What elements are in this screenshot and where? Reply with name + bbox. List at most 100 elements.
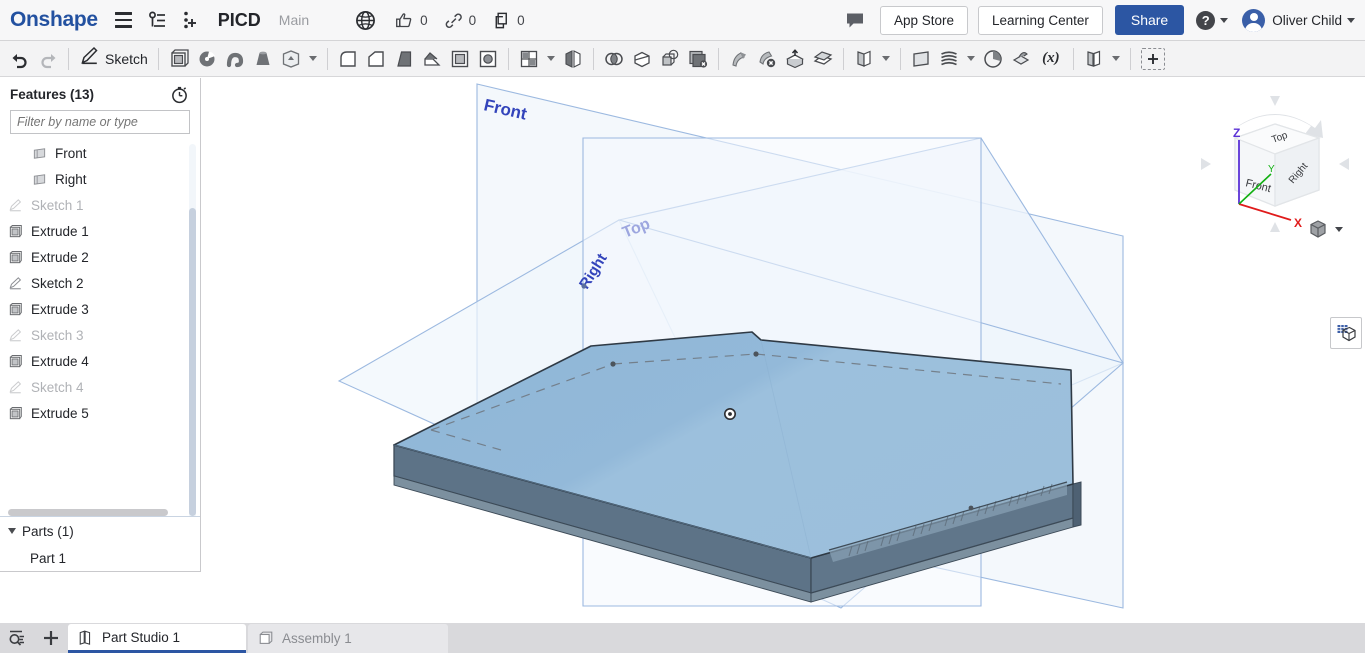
feature-item-sketch-2[interactable]: Sketch 2	[0, 270, 200, 296]
feature-tree-scrollbar[interactable]	[189, 208, 196, 516]
link-icon[interactable]	[444, 11, 463, 30]
tab-assembly-1[interactable]: Assembly 1	[248, 624, 448, 653]
curve-icon[interactable]	[935, 44, 963, 74]
extrude-icon[interactable]	[165, 44, 193, 74]
chevron-down-icon[interactable]	[882, 56, 890, 61]
loft-icon[interactable]	[249, 44, 277, 74]
feature-item-sketch-4[interactable]: Sketch 4	[0, 374, 200, 400]
boolean-icon[interactable]	[600, 44, 628, 74]
insert-branch-icon[interactable]	[176, 6, 204, 34]
sketch-point[interactable]	[753, 351, 758, 356]
share-button[interactable]: Share	[1115, 5, 1184, 35]
chevron-down-icon[interactable]	[547, 56, 555, 61]
search-tabs-icon[interactable]	[0, 623, 34, 653]
move-face-icon[interactable]	[725, 44, 753, 74]
plane-icon[interactable]	[907, 44, 935, 74]
help-icon[interactable]: ?	[1196, 11, 1215, 30]
likes-group[interactable]: 0	[395, 11, 428, 30]
sweep-icon[interactable]	[221, 44, 249, 74]
feature-item-sketch-3[interactable]: Sketch 3	[0, 322, 200, 348]
thumbs-up-icon[interactable]	[395, 11, 414, 30]
variable-icon[interactable]: (x)	[1035, 44, 1067, 74]
enclose-icon[interactable]	[781, 44, 809, 74]
model-canvas[interactable]: Front Top	[201, 78, 1365, 623]
shell-icon[interactable]	[446, 44, 474, 74]
rib-icon[interactable]	[418, 44, 446, 74]
undo-icon[interactable]	[6, 44, 34, 74]
delete-part-icon[interactable]	[753, 44, 781, 74]
workspace-name[interactable]: Main	[279, 12, 309, 28]
links-group[interactable]: 0	[444, 11, 477, 30]
features-panel: Features (13) FrontRightSketch 1Extrude …	[0, 78, 201, 572]
user-menu[interactable]: Oliver Child	[1242, 9, 1355, 32]
feature-item-extrude-3[interactable]: Extrude 3	[0, 296, 200, 322]
onshape-logo[interactable]: Onshape	[10, 8, 98, 32]
feature-filter-input[interactable]	[10, 110, 190, 134]
transform-icon[interactable]	[656, 44, 684, 74]
feature-item-label: Extrude 3	[31, 302, 89, 317]
toolbar-divider	[1073, 48, 1074, 70]
feature-item-front[interactable]: Front	[0, 140, 200, 166]
learning-center-button[interactable]: Learning Center	[978, 6, 1103, 35]
feature-toolbar: Sketch	[0, 41, 1365, 77]
parts-header[interactable]: Parts (1)	[0, 517, 200, 545]
fillet-icon[interactable]	[334, 44, 362, 74]
feature-item-extrude-4[interactable]: Extrude 4	[0, 348, 200, 374]
help-menu[interactable]: ?	[1196, 11, 1228, 30]
sketch-button[interactable]: Sketch	[75, 46, 152, 72]
feature-item-right[interactable]: Right	[0, 166, 200, 192]
display-style-button[interactable]	[1307, 218, 1343, 240]
sheetmetal-icon[interactable]	[850, 44, 878, 74]
add-tab-button[interactable]	[34, 623, 68, 653]
sketch-point[interactable]	[610, 361, 615, 366]
draft-icon[interactable]	[390, 44, 418, 74]
feature-item-label: Extrude 4	[31, 354, 89, 369]
chevron-down-icon[interactable]	[1112, 56, 1120, 61]
revolve-icon[interactable]	[193, 44, 221, 74]
assembly-tools-icon[interactable]	[1080, 44, 1108, 74]
part-studio-icon[interactable]	[979, 44, 1007, 74]
link-count: 0	[469, 13, 477, 28]
redo-icon[interactable]	[34, 44, 62, 74]
toolbar-divider	[327, 48, 328, 70]
copies-group[interactable]: 0	[492, 11, 525, 30]
offset-surface-icon[interactable]	[809, 44, 837, 74]
chevron-down-icon[interactable]	[967, 56, 975, 61]
document-title[interactable]: PICD	[218, 10, 261, 31]
variable-studio-icon[interactable]	[1007, 44, 1035, 74]
split-icon[interactable]	[628, 44, 656, 74]
app-store-button[interactable]: App Store	[880, 6, 968, 35]
origin-point[interactable]	[725, 409, 735, 419]
parts-section: Parts (1) Part 1	[0, 516, 200, 571]
part-list-item[interactable]: Part 1	[0, 545, 200, 571]
feature-item-extrude-2[interactable]: Extrude 2	[0, 244, 200, 270]
hole-icon[interactable]	[474, 44, 502, 74]
hamburger-menu-icon[interactable]	[110, 6, 138, 34]
rollback-clock-icon[interactable]	[168, 83, 190, 105]
mirror-icon[interactable]	[559, 44, 587, 74]
feature-item-sketch-1[interactable]: Sketch 1	[0, 192, 200, 218]
delete-face-icon[interactable]	[684, 44, 712, 74]
part-label: Part 1	[30, 551, 66, 566]
copy-icon[interactable]	[492, 11, 511, 30]
add-custom-feature-button[interactable]	[1141, 48, 1165, 70]
feature-item-extrude-1[interactable]: Extrude 1	[0, 218, 200, 244]
feature-item-extrude-5[interactable]: Extrude 5	[0, 400, 200, 426]
graphics-viewport[interactable]: Front Top	[201, 78, 1365, 623]
globe-icon[interactable]	[351, 6, 379, 34]
toolbar-divider	[900, 48, 901, 70]
chamfer-icon[interactable]	[362, 44, 390, 74]
feature-tree-hscrollbar[interactable]	[8, 509, 168, 516]
thicken-icon[interactable]	[277, 44, 305, 74]
comment-icon[interactable]	[840, 6, 870, 34]
chevron-down-icon[interactable]	[309, 56, 317, 61]
feature-tree[interactable]: FrontRightSketch 1Extrude 1Extrude 2Sket…	[0, 140, 200, 516]
parts-count-label: Parts (1)	[22, 524, 74, 539]
feature-item-label: Sketch 3	[31, 328, 84, 343]
pattern-icon[interactable]	[515, 44, 543, 74]
appearance-panel-button[interactable]	[1330, 317, 1362, 349]
tab-part-studio-1[interactable]: Part Studio 1	[68, 624, 246, 653]
orientation-cube[interactable]: Top Front Right	[1235, 124, 1319, 206]
chevron-down-icon[interactable]	[1335, 227, 1343, 232]
version-graph-icon[interactable]	[144, 6, 172, 34]
